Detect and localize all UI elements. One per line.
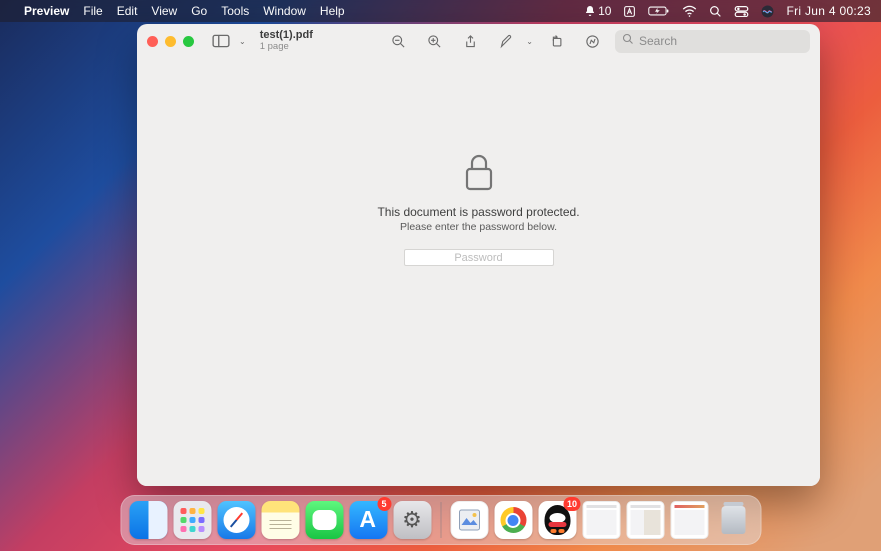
- menu-window[interactable]: Window: [263, 4, 306, 18]
- siri-icon[interactable]: [761, 5, 774, 18]
- zoom-in-button[interactable]: [421, 29, 447, 53]
- sidebar-dropdown-icon[interactable]: ⌄: [239, 37, 246, 46]
- enter-password-message: Please enter the password below.: [400, 221, 557, 233]
- dock-separator: [440, 502, 441, 538]
- search-input[interactable]: [639, 34, 803, 48]
- traffic-lights: [147, 36, 194, 47]
- menu-edit[interactable]: Edit: [117, 4, 138, 18]
- window-pagecount: 1 page: [260, 42, 313, 52]
- zoom-window-button[interactable]: [183, 36, 194, 47]
- appstore-badge: 5: [377, 497, 391, 511]
- menubar-clock[interactable]: Fri Jun 4 00:23: [786, 4, 871, 18]
- password-protected-message: This document is password protected.: [377, 205, 579, 219]
- share-button[interactable]: [457, 29, 483, 53]
- menu-tools[interactable]: Tools: [221, 4, 249, 18]
- dock-safari[interactable]: [217, 501, 255, 539]
- menubar: Preview File Edit View Go Tools Window H…: [0, 0, 881, 22]
- dock-minimized-window-2[interactable]: [626, 501, 664, 539]
- dock-qq[interactable]: 10: [538, 501, 576, 539]
- dock-messages[interactable]: [305, 501, 343, 539]
- menubar-right: 10 Fri Jun 4 00:23: [584, 4, 871, 18]
- dock-preview-app[interactable]: [450, 501, 488, 539]
- minimize-window-button[interactable]: [165, 36, 176, 47]
- battery-icon[interactable]: [648, 5, 670, 17]
- menu-help[interactable]: Help: [320, 4, 345, 18]
- highlight-button[interactable]: [493, 29, 519, 53]
- notifications-count: 10: [598, 4, 611, 18]
- wifi-icon[interactable]: [682, 5, 697, 17]
- notifications-icon[interactable]: 10: [584, 4, 611, 18]
- search-field[interactable]: [615, 30, 810, 53]
- sidebar-toggle-button[interactable]: [210, 33, 232, 49]
- preview-window: ⌄ test(1).pdf 1 page ⌄: [137, 24, 820, 486]
- dock-minimized-window-1[interactable]: [582, 501, 620, 539]
- menubar-left: Preview File Edit View Go Tools Window H…: [10, 4, 345, 18]
- qq-badge: 10: [564, 497, 580, 511]
- menu-file[interactable]: File: [83, 4, 102, 18]
- menu-view[interactable]: View: [151, 4, 177, 18]
- password-input[interactable]: [404, 249, 554, 266]
- close-window-button[interactable]: [147, 36, 158, 47]
- dock-notes[interactable]: [261, 501, 299, 539]
- lock-icon: [464, 153, 494, 191]
- document-content-area: This document is password protected. Ple…: [137, 58, 820, 486]
- dock-chrome[interactable]: [494, 501, 532, 539]
- menubar-app-name[interactable]: Preview: [24, 4, 69, 18]
- zoom-out-button[interactable]: [385, 29, 411, 53]
- highlight-dropdown-icon[interactable]: ⌄: [526, 37, 533, 46]
- dock-tray: A 5 ⚙︎ 10: [120, 495, 761, 545]
- dock: A 5 ⚙︎ 10: [120, 495, 761, 545]
- input-source-icon[interactable]: [623, 5, 636, 18]
- search-icon: [622, 32, 634, 50]
- dock-system-preferences[interactable]: ⚙︎: [393, 501, 431, 539]
- control-center-icon[interactable]: [734, 5, 749, 17]
- dock-finder[interactable]: [129, 501, 167, 539]
- dock-appstore[interactable]: A 5: [349, 501, 387, 539]
- rotate-button[interactable]: [543, 29, 569, 53]
- dock-minimized-window-3[interactable]: [670, 501, 708, 539]
- window-titlebar: ⌄ test(1).pdf 1 page ⌄: [137, 24, 820, 58]
- dock-launchpad[interactable]: [173, 501, 211, 539]
- markup-button[interactable]: [579, 29, 605, 53]
- menu-go[interactable]: Go: [191, 4, 207, 18]
- spotlight-icon[interactable]: [709, 5, 722, 18]
- dock-trash[interactable]: [714, 501, 752, 539]
- window-title-stack: test(1).pdf 1 page: [260, 30, 313, 52]
